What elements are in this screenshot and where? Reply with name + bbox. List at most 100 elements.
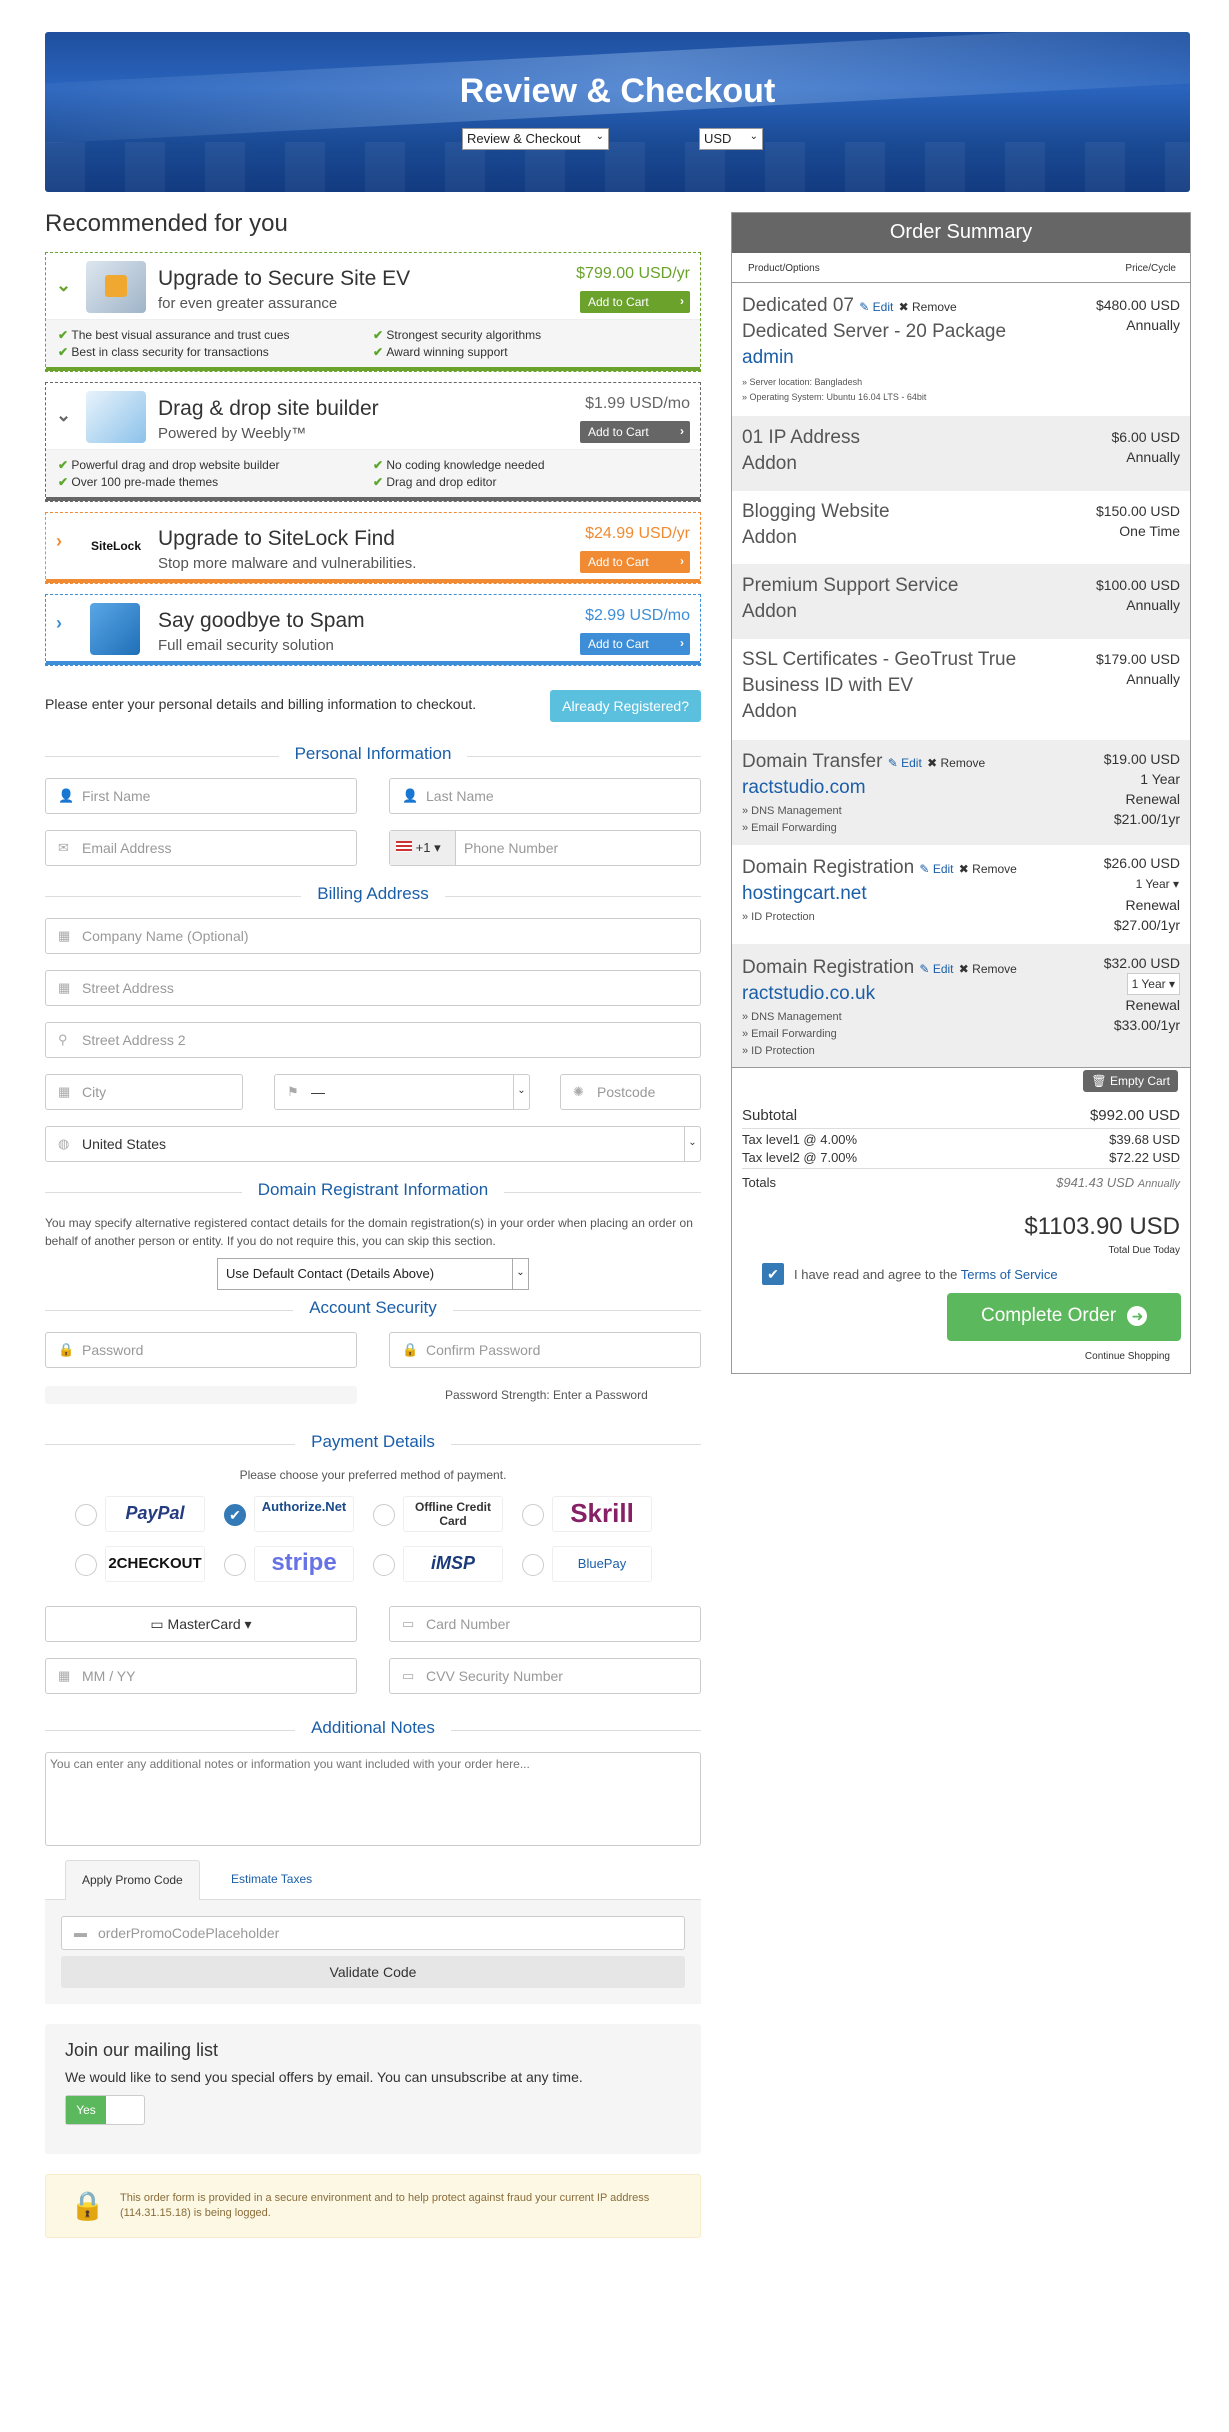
confirm-password-field[interactable]: 🔒 Confirm Password [389, 1332, 701, 1368]
section-notes: Additional Notes [45, 1718, 701, 1742]
add-to-cart-button[interactable]: Add to Cart › [580, 551, 690, 573]
city-field[interactable]: ▦ City [45, 1074, 243, 1110]
cart-item: Premium Support Service Addon $100.00 US… [732, 565, 1190, 639]
chevron-down-icon: ⌄ [513, 1075, 529, 1109]
chevron-down-icon: ⌄ [749, 131, 758, 142]
first-name-field[interactable]: 👤 First Name [45, 778, 357, 814]
radio-button[interactable] [522, 1554, 544, 1576]
payment-option-2checkout[interactable]: 2CHECKOUT [75, 1546, 224, 1582]
country-select[interactable]: ◍ United States ⌄ [45, 1126, 701, 1162]
cvv-field[interactable]: ▭ CVV Security Number [389, 1658, 701, 1694]
edit-link[interactable]: ✎ Edit [888, 756, 922, 770]
phone-field[interactable]: +1 ▾ Phone Number [389, 830, 701, 866]
last-name-field[interactable]: 👤 Last Name [389, 778, 701, 814]
promo-price: $24.99 USD/yr [585, 525, 690, 542]
promo-tagline: Powered by Weebly™ [158, 425, 307, 442]
cart-item: SSL Certificates - GeoTrust True Busines… [732, 639, 1190, 741]
payment-option-skrill[interactable]: Skrill [522, 1496, 671, 1532]
continue-shopping-link[interactable]: Continue Shopping [1085, 1351, 1170, 1362]
radio-button-checked[interactable]: ✔ [224, 1504, 246, 1526]
radio-button[interactable] [373, 1554, 395, 1576]
feature-list: The best visual assurance and trust cues… [46, 319, 700, 367]
promo-price: $799.00 USD/yr [576, 265, 690, 282]
page-nav-select[interactable]: Review & Checkout ⌄ [462, 128, 609, 150]
country-code-select[interactable]: +1 ▾ [390, 831, 456, 865]
radio-button[interactable] [224, 1554, 246, 1576]
radio-button[interactable] [373, 1504, 395, 1526]
promo-name: Drag & drop site builder [158, 397, 379, 420]
tab-apply-promo[interactable]: Apply Promo Code [65, 1860, 200, 1900]
complete-order-button[interactable]: Complete Order ➜ [947, 1293, 1181, 1341]
remove-link[interactable]: ✖ Remove [959, 862, 1017, 876]
item-name: Dedicated 07 [742, 295, 854, 316]
stripe-logo: stripe [254, 1546, 354, 1582]
secure-text: This order form is provided in a secure … [120, 2192, 650, 2219]
payment-option-paypal[interactable]: PayPal [75, 1496, 224, 1532]
user-icon: 👤 [58, 788, 75, 803]
item-price: $179.00 USD Annually [1095, 651, 1180, 687]
radio-button[interactable] [75, 1554, 97, 1576]
expiry-field[interactable]: ▦ MM / YY [45, 1658, 357, 1694]
password-field[interactable]: 🔒 Password [45, 1332, 357, 1368]
trash-icon: 🗑 [1091, 1074, 1107, 1088]
promo-name: Upgrade to SiteLock Find [158, 527, 395, 550]
add-to-cart-button[interactable]: Add to Cart › [580, 633, 690, 655]
section-personal: Personal Information [45, 744, 701, 768]
card-type-select[interactable]: ▭ MasterCard ▾ [45, 1606, 357, 1642]
empty-cart-button[interactable]: 🗑 Empty Cart [1083, 1070, 1178, 1092]
card-number-field[interactable]: ▭ Card Number [389, 1606, 701, 1642]
edit-link[interactable]: ✎ Edit [919, 862, 953, 876]
remove-link[interactable]: ✖ Remove [927, 756, 985, 770]
edit-link[interactable]: ✎ Edit [859, 300, 893, 314]
radio-button[interactable] [522, 1504, 544, 1526]
postcode-field[interactable]: ✺ Postcode [560, 1074, 701, 1110]
item-name: Blogging Website [742, 501, 890, 522]
state-select[interactable]: ⚑ — ⌄ [274, 1074, 530, 1110]
street2-field[interactable]: ⚲ Street Address 2 [45, 1022, 701, 1058]
credit-card-icon: ▭ [402, 1668, 415, 1683]
radio-button[interactable] [75, 1504, 97, 1526]
payment-option-authorize-net[interactable]: ✔ Authorize.Net [224, 1496, 373, 1532]
email-field[interactable]: ✉ Email Address [45, 830, 357, 866]
add-to-cart-button[interactable]: Add to Cart › [580, 421, 690, 443]
street-field[interactable]: ▦ Street Address [45, 970, 701, 1006]
arrow-right-icon: › [680, 636, 684, 650]
offline-credit-card-logo: Offline Credit Card [403, 1496, 503, 1532]
chevron-down-icon: ⌄ [595, 131, 604, 142]
notes-textarea[interactable] [45, 1752, 701, 1846]
payment-option-stripe[interactable]: stripe [224, 1546, 373, 1582]
already-registered-button[interactable]: Already Registered? [550, 690, 701, 722]
billing-cycle-select[interactable]: 1 Year ▾ [1126, 973, 1180, 995]
remove-link[interactable]: ✖ Remove [899, 300, 957, 314]
billing-cycle-select[interactable]: 1 Year ▾ [1135, 873, 1180, 895]
payment-option-bluepay[interactable]: BluePay [522, 1546, 671, 1582]
payment-option-imsp[interactable]: iMSP [373, 1546, 522, 1582]
chevron-down-icon[interactable]: ⌄ [56, 275, 71, 296]
chevron-right-icon[interactable]: › [56, 613, 62, 634]
chevron-right-icon[interactable]: › [56, 531, 62, 552]
totals-value: $941.43 USD [1056, 1175, 1135, 1190]
remove-link[interactable]: ✖ Remove [959, 962, 1017, 976]
secure-notice: 🔒 This order form is provided in a secur… [45, 2174, 701, 2238]
tab-estimate-taxes[interactable]: Estimate Taxes [215, 1860, 328, 1900]
edit-link[interactable]: ✎ Edit [919, 962, 953, 976]
tos-text: I have read and agree to the [794, 1267, 958, 1282]
payment-option-offline-cc[interactable]: Offline Credit Card [373, 1496, 522, 1532]
terms-link[interactable]: Terms of Service [961, 1267, 1058, 1282]
item-price: $100.00 USD Annually [1095, 577, 1180, 613]
tos-checkbox[interactable]: ✔ [762, 1263, 784, 1285]
promo-card-ssl: ⌄ Upgrade to Secure Site EV for even gre… [45, 252, 701, 372]
company-field[interactable]: ▦ Company Name (Optional) [45, 918, 701, 954]
feature-item: No coding knowledge needed [373, 458, 688, 472]
promo-code-field[interactable]: ▬ orderPromoCodePlaceholder [61, 1916, 685, 1950]
validate-code-button[interactable]: Validate Code [61, 1956, 685, 1988]
accent-bar [46, 661, 700, 665]
chevron-down-icon[interactable]: ⌄ [56, 405, 71, 426]
cart-item: 01 IP Address Addon $6.00 USD Annually [732, 417, 1190, 491]
payment-note: Please choose your preferred method of p… [239, 1468, 507, 1482]
domain-contact-select[interactable]: Use Default Contact (Details Above) ⌄ [217, 1258, 529, 1290]
add-to-cart-button[interactable]: Add to Cart › [580, 291, 690, 313]
currency-select[interactable]: USD ⌄ [699, 128, 763, 150]
mailing-toggle[interactable]: Yes [65, 2095, 145, 2125]
item-group: Dedicated Server - 20 Package [742, 321, 1007, 342]
